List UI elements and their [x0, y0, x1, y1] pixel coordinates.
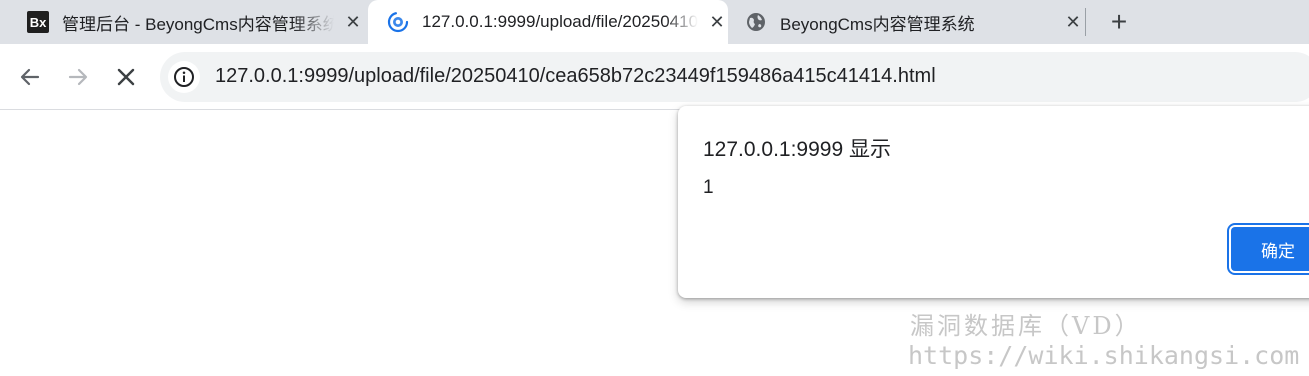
- new-tab-button[interactable]: +: [1104, 6, 1134, 37]
- back-button[interactable]: [14, 61, 46, 93]
- close-icon[interactable]: ✕: [342, 11, 364, 33]
- tab-upload-file[interactable]: 127.0.0.1:9999/upload/file/20250410/cea6…: [368, 0, 728, 44]
- watermark-title: 漏洞数据库（VD）: [910, 312, 1142, 340]
- close-icon[interactable]: ✕: [706, 11, 728, 33]
- close-icon: [117, 68, 135, 86]
- toolbar: 127.0.0.1:9999/upload/file/20250410/cea6…: [0, 44, 1309, 110]
- globe-icon: [744, 10, 768, 34]
- close-icon[interactable]: ✕: [1062, 11, 1084, 33]
- watermark-url: https://wiki.shikangsi.com: [908, 341, 1300, 370]
- address-bar[interactable]: 127.0.0.1:9999/upload/file/20250410/cea6…: [160, 52, 1309, 102]
- tab-title: 管理后台 - BeyongCms内容管理系统: [62, 14, 334, 34]
- bx-logo-icon: Bx: [26, 10, 50, 34]
- arrow-right-icon: [68, 68, 88, 86]
- tab-title: BeyongCms内容管理系统: [780, 14, 975, 34]
- tab-title: 127.0.0.1:9999/upload/file/20250410/cea6…: [422, 12, 698, 31]
- stop-loading-button[interactable]: [110, 61, 142, 93]
- tab-strip: Bx 管理后台 - BeyongCms内容管理系统 ✕ 127.0.0.1:99…: [0, 0, 1309, 44]
- tab-beyongcms[interactable]: BeyongCms内容管理系统 ✕: [744, 0, 1084, 44]
- ok-button[interactable]: 确定: [1231, 227, 1309, 271]
- tab-admin[interactable]: Bx 管理后台 - BeyongCms内容管理系统 ✕: [24, 0, 364, 44]
- dialog-title: 127.0.0.1:9999 显示: [703, 138, 891, 161]
- dialog-message: 1: [703, 177, 714, 198]
- site-info-icon[interactable]: [168, 61, 200, 93]
- alert-dialog: 127.0.0.1:9999 显示 1 确定: [678, 106, 1309, 298]
- arrow-left-icon: [20, 68, 40, 86]
- url-text[interactable]: 127.0.0.1:9999/upload/file/20250410/cea6…: [215, 65, 936, 88]
- loading-spinner-icon: [386, 10, 410, 34]
- forward-button[interactable]: [62, 61, 94, 93]
- tab-separator: [1085, 8, 1086, 36]
